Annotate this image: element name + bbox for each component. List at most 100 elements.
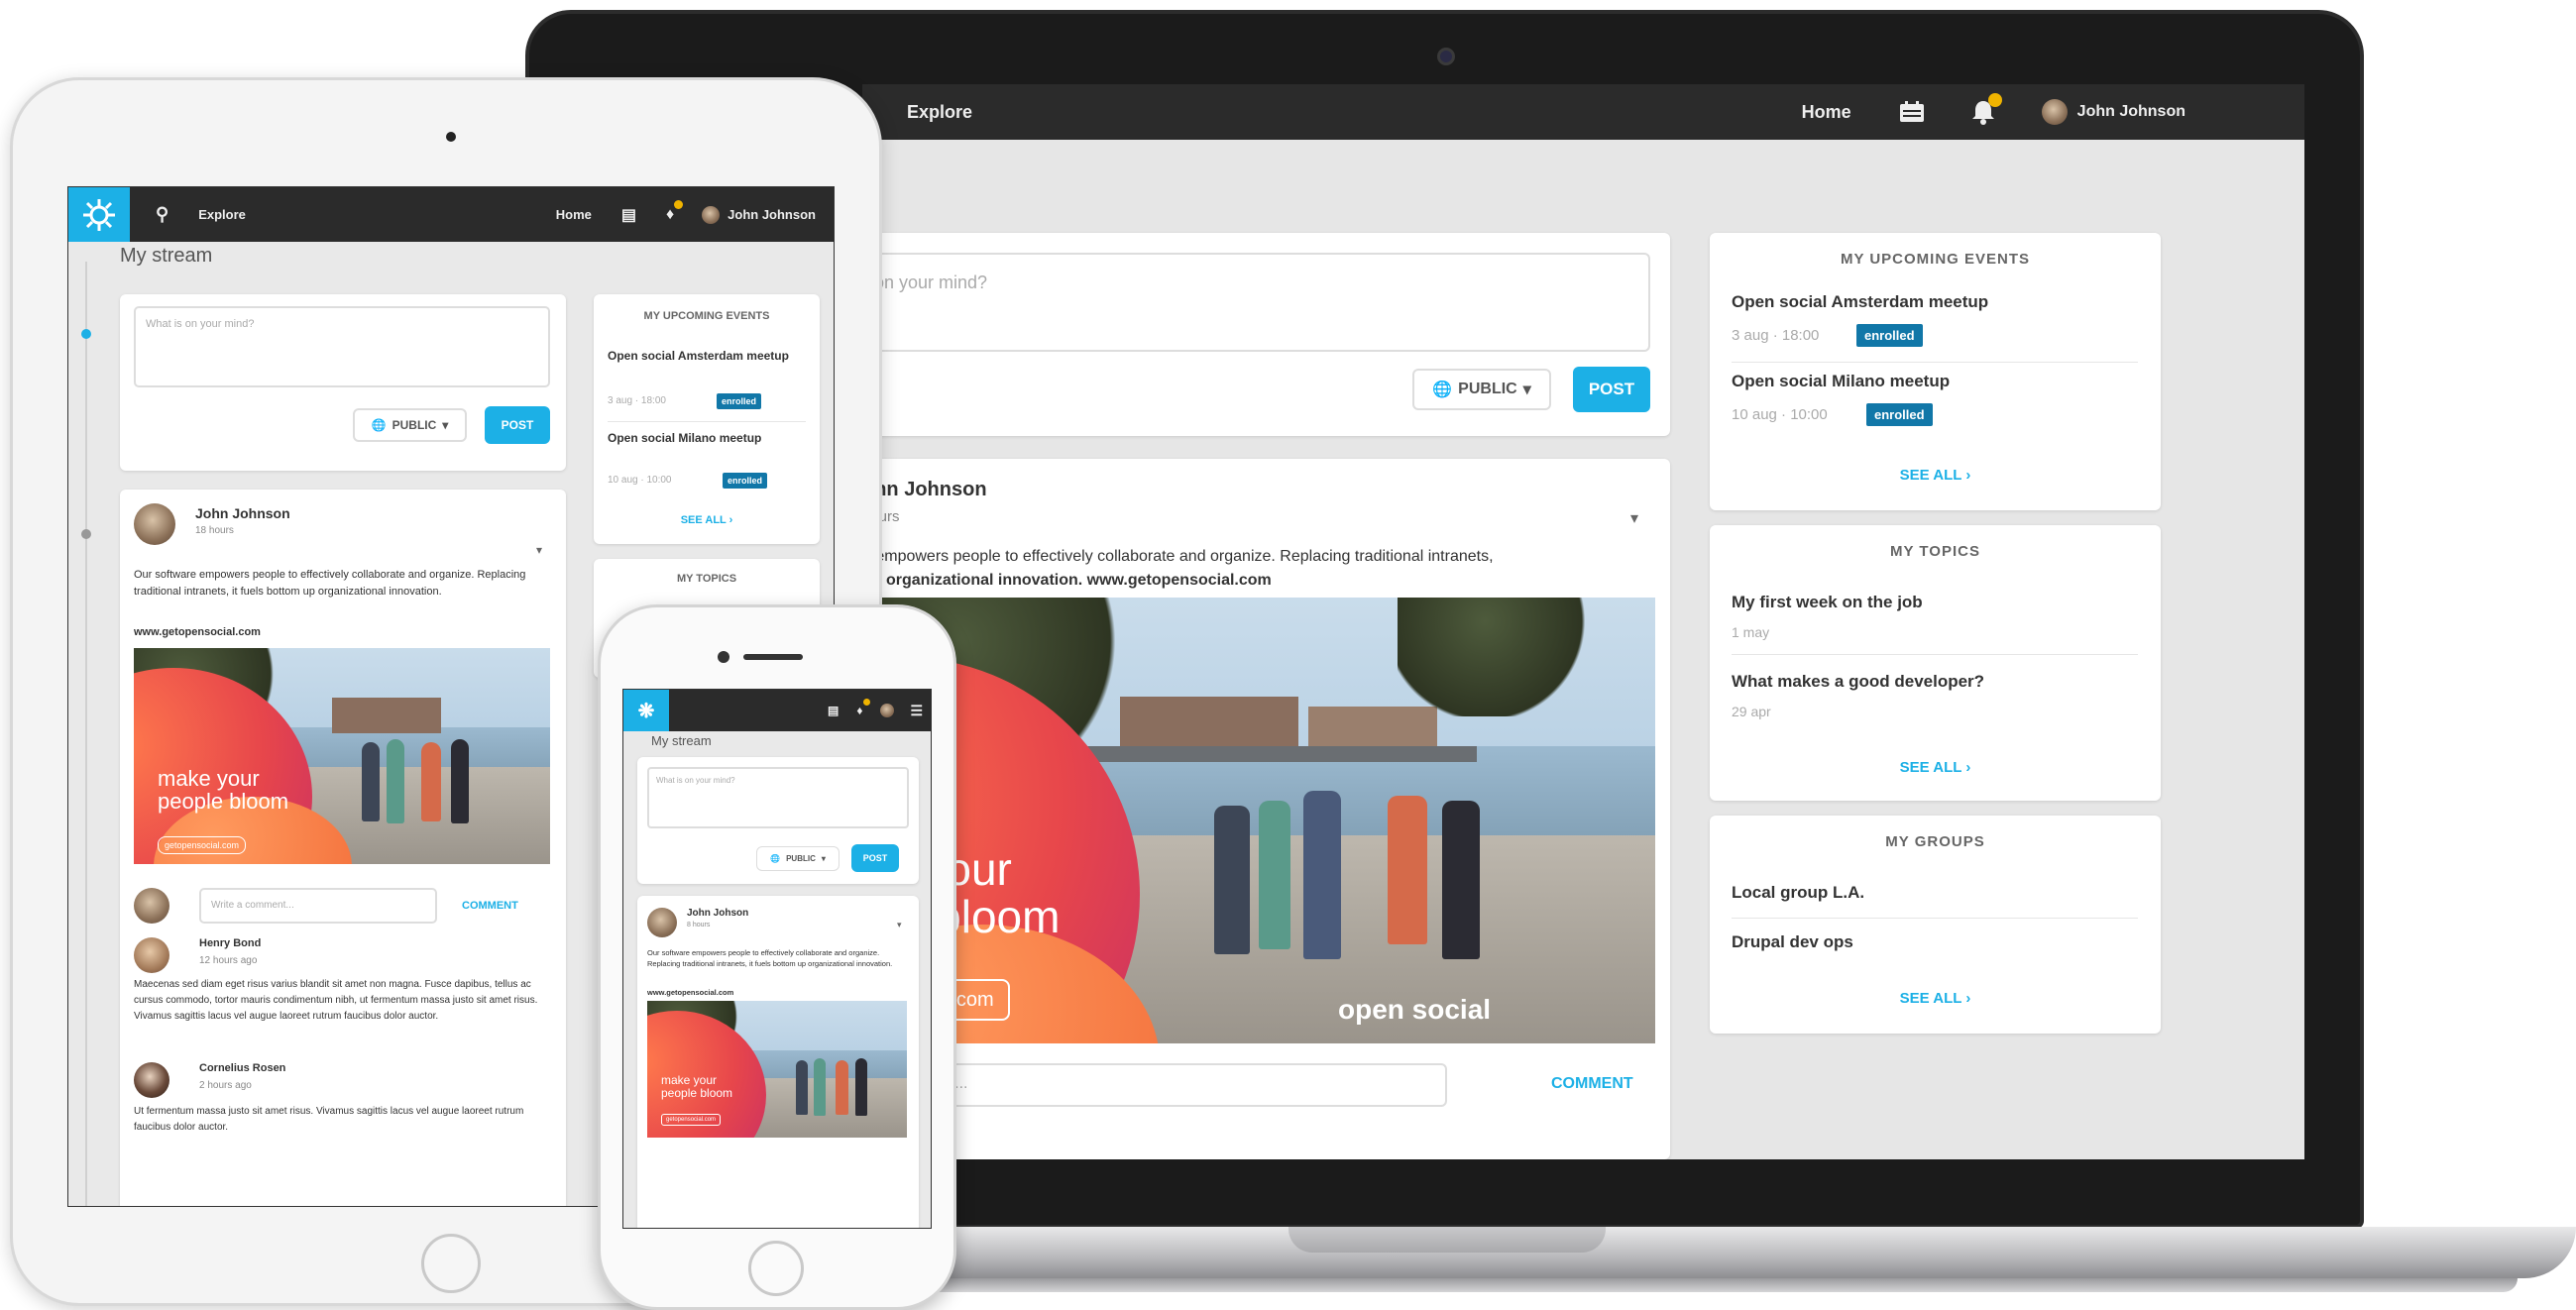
events-title: MY UPCOMING EVENTS	[1840, 251, 2031, 268]
event-title-2[interactable]: Open social Milano meetup	[1732, 372, 1950, 391]
comment-button[interactable]: COMMENT	[1551, 1075, 1633, 1093]
topics-title: MY TOPICS	[676, 573, 737, 585]
events-see-all-link[interactable]: SEE ALL ›	[594, 514, 820, 526]
search-icon[interactable]: ⚲	[156, 204, 168, 225]
topics-see-all-link[interactable]: SEE ALL ›	[1710, 759, 2161, 776]
post-composer: on your mind? 🌐 PUBLIC ▾ POST	[862, 233, 1670, 436]
notification-badge	[1987, 93, 2002, 107]
events-title: MY UPCOMING EVENTS	[643, 310, 770, 322]
tablet-topbar: ⚲ Explore Home ▤ ♦ John Johnson	[68, 187, 834, 242]
group-item-2[interactable]: Drupal dev ops	[1732, 932, 1853, 952]
post-button[interactable]: POST	[1573, 367, 1650, 412]
event-meta-2: 10 aug · 10:00	[608, 475, 672, 486]
bell-icon[interactable]: ♦	[666, 199, 683, 224]
visibility-label: PUBLIC	[1458, 381, 1517, 397]
laptop-camera	[1437, 48, 1455, 65]
phone-topbar: ❋ ▤ ♦ ☰	[623, 690, 931, 731]
post-button[interactable]: POST	[485, 406, 550, 444]
logo-icon[interactable]: ❋	[623, 690, 669, 731]
post-time: 8 hours	[687, 922, 711, 928]
visibility-dropdown[interactable]: 🌐 PUBLIC ▾	[1412, 369, 1551, 410]
divider	[1732, 362, 2138, 363]
events-see-all-link[interactable]: SEE ALL ›	[1710, 467, 2161, 484]
image-headline: make your people bloom	[158, 767, 288, 813]
comment-input[interactable]: Write a comment...	[199, 888, 437, 924]
post-input[interactable]: What is on your mind?	[134, 306, 550, 387]
post-options-icon[interactable]: ▾	[897, 920, 902, 930]
avatar[interactable]	[880, 704, 895, 717]
post-card: John Johnson 18 hours ▾ Our software emp…	[120, 490, 566, 1206]
comment-button[interactable]: COMMENT	[462, 900, 518, 912]
laptop-screen: Explore Home John Johnson n on your mind…	[862, 84, 2304, 1159]
tablet-camera	[446, 132, 456, 142]
avatar[interactable]	[134, 937, 169, 973]
event-status-1: enrolled	[1856, 324, 1923, 347]
image-headline-line-2: people bloom	[661, 1085, 733, 1100]
avatar[interactable]	[134, 503, 175, 545]
post-link[interactable]: www.getopensocial.com	[647, 988, 733, 997]
event-title-1[interactable]: Open social Amsterdam meetup	[1732, 292, 1988, 312]
nav-explore[interactable]: Explore	[907, 102, 972, 123]
comment-author[interactable]: Henry Bond	[199, 937, 261, 949]
image-headline-line-1: make your	[661, 1073, 718, 1087]
image-headline-line-2: people bloom	[158, 789, 289, 815]
image-headline: make your people bloom	[661, 1074, 732, 1099]
group-item-1[interactable]: Local group L.A.	[1732, 883, 1864, 903]
avatar[interactable]	[134, 1062, 169, 1098]
event-title-2[interactable]: Open social Milano meetup	[608, 431, 806, 445]
nav-explore[interactable]: Explore	[198, 207, 246, 222]
post-author[interactable]: John Johson	[687, 908, 748, 919]
phone-home-button	[748, 1241, 804, 1296]
bell-icon[interactable]: ♦	[856, 699, 871, 717]
events-icon[interactable]: ▤	[621, 205, 636, 225]
caret-down-icon: ▾	[1522, 382, 1531, 398]
post-input[interactable]: What is on your mind?	[647, 767, 909, 828]
events-icon[interactable]	[1899, 101, 1925, 123]
nav-home[interactable]: Home	[1802, 102, 1851, 123]
post-image[interactable]: ke your ple bloom ensocial.com open soci…	[862, 598, 1655, 1043]
image-url-pill: getopensocial.com	[661, 1114, 722, 1126]
post-author[interactable]: John Johnson	[195, 505, 290, 521]
avatar[interactable]	[702, 205, 721, 224]
comment-author[interactable]: Cornelius Rosen	[199, 1062, 285, 1074]
bell-icon[interactable]	[1971, 93, 2002, 125]
user-name[interactable]: John Johnson	[728, 207, 816, 222]
event-title-1[interactable]: Open social Amsterdam meetup	[608, 349, 806, 363]
post-options-icon[interactable]: ▾	[536, 543, 542, 557]
event-meta-1: 3 aug · 18:00	[608, 395, 666, 406]
avatar[interactable]	[647, 908, 677, 937]
menu-icon[interactable]: ☰	[910, 703, 923, 719]
topic-title-1[interactable]: My first week on the job	[1732, 593, 1923, 612]
comment-time: 2 hours ago	[199, 1080, 252, 1091]
groups-title: MY GROUPS	[1885, 833, 1985, 850]
notification-badge	[673, 199, 683, 209]
event-meta-2: 10 aug · 10:00	[1732, 406, 1828, 423]
post-card: ohn Johnson hours ▾ e empowers people to…	[862, 459, 1670, 1159]
post-image[interactable]: make your people bloom getopensocial.com	[647, 1001, 907, 1138]
post-button[interactable]: POST	[851, 844, 899, 872]
nav-home[interactable]: Home	[556, 207, 592, 222]
post-time: 18 hours	[195, 525, 234, 536]
timeline-line	[85, 262, 87, 1206]
visibility-dropdown[interactable]: 🌐 PUBLIC ▾	[756, 846, 840, 871]
groups-card: MY GROUPS Local group L.A. Drupal dev op…	[1710, 816, 2161, 1034]
globe-icon: 🌐	[770, 854, 781, 863]
visibility-dropdown[interactable]: 🌐 PUBLIC ▾	[353, 408, 467, 442]
post-link[interactable]: www.getopensocial.com	[134, 626, 261, 638]
post-input[interactable]: on your mind?	[862, 253, 1650, 352]
user-menu[interactable]: John Johnson	[2041, 99, 2185, 125]
caret-down-icon: ▾	[821, 854, 826, 863]
topics-title: MY TOPICS	[1890, 543, 1980, 560]
topic-title-2[interactable]: What makes a good developer?	[1732, 672, 1984, 692]
events-icon[interactable]: ▤	[828, 704, 839, 717]
groups-see-all-link[interactable]: SEE ALL ›	[1710, 990, 2161, 1007]
topics-card: MY TOPICS My first week on the job 1 may…	[1710, 525, 2161, 801]
post-text-line-1: e empowers people to effectively collabo…	[862, 548, 1494, 565]
logo-icon[interactable]	[68, 187, 130, 242]
post-options-icon[interactable]: ▾	[1630, 508, 1638, 528]
laptop-notch	[1288, 1227, 1606, 1253]
timeline-dot	[81, 329, 91, 339]
topic-meta-1: 1 may	[1732, 624, 1770, 640]
phone-camera	[718, 651, 729, 663]
post-image[interactable]: make your people bloom getopensocial.com	[134, 648, 550, 864]
